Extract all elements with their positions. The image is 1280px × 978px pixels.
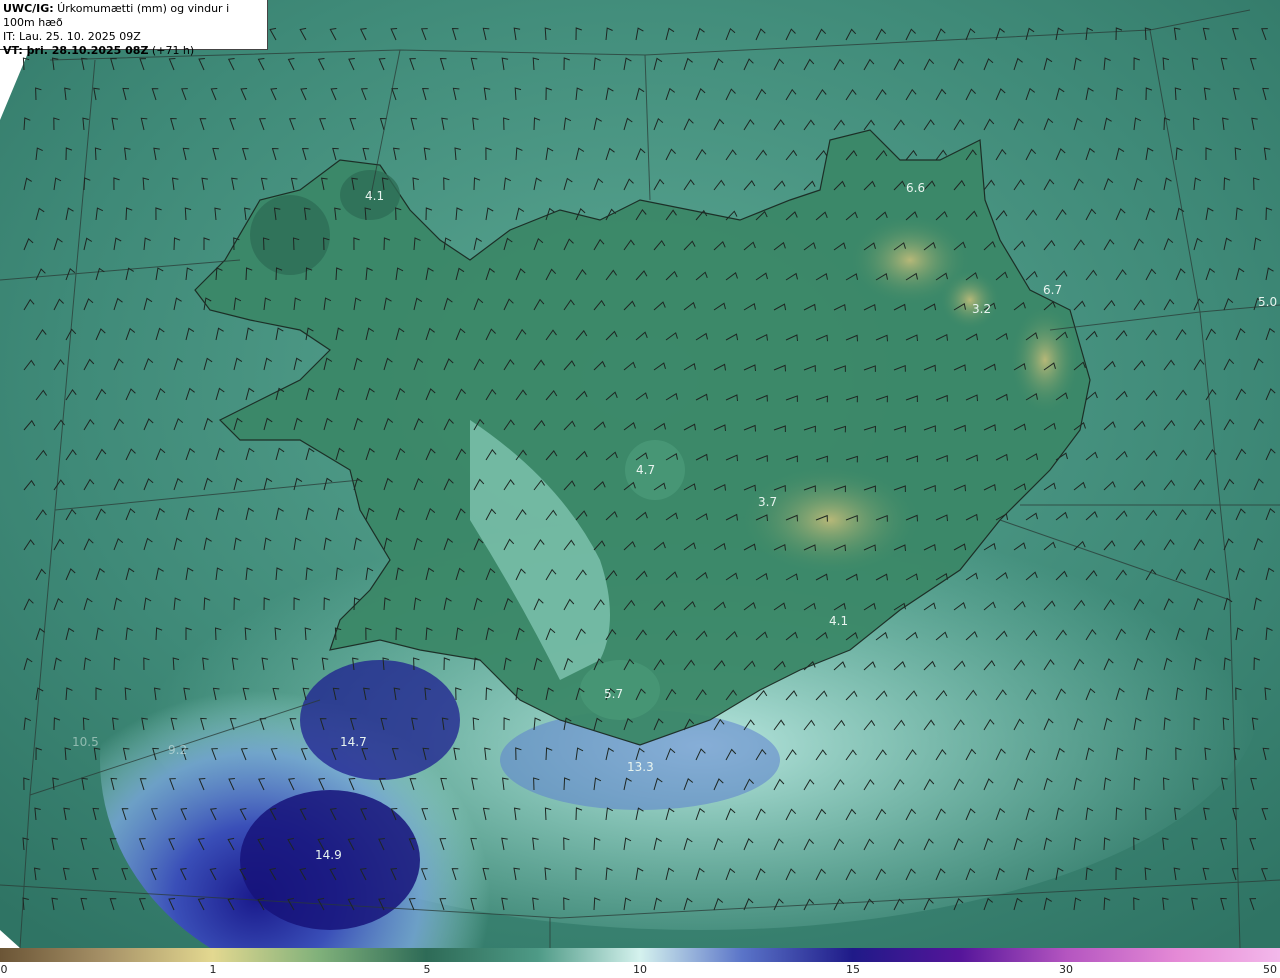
map-label: 5.7 [604, 687, 623, 701]
map-label: 14.9 [315, 848, 342, 862]
map-label: 13.3 [627, 760, 654, 774]
map-label: 3.2 [972, 302, 991, 316]
map-label: 9.2 [168, 743, 187, 757]
map-header: UWC/IG: Úrkomumætti (mm) og vindur i 100… [0, 0, 268, 57]
map-label: 6.7 [1043, 283, 1062, 297]
header-valid-time: VT: þri. 28.10.2025 08Z (+71 h) [3, 44, 195, 57]
colorbar-tick: 30 [1059, 963, 1073, 976]
colorbar: 0 1 5 10 15 30 50 [0, 948, 1280, 978]
map-label: 4.1 [829, 614, 848, 628]
map-label: 10.5 [72, 735, 99, 749]
map-label: 14.7 [340, 735, 367, 749]
map-label: 3.7 [758, 495, 777, 509]
header-init-time: IT: Lau. 25. 10. 2025 09Z [3, 30, 141, 43]
map-label: 6.6 [906, 181, 925, 195]
colorbar-tick: 50 [1263, 963, 1277, 976]
colorbar-gradient [0, 948, 1280, 962]
precip-map: 4.1 6.6 6.7 3.2 5.0 4.7 3.7 4.1 5.7 13.3… [0, 0, 1280, 948]
colorbar-tick: 0 [0, 963, 8, 976]
map-label: 5.0 [1258, 295, 1277, 309]
colorbar-tick: 1 [209, 963, 217, 976]
colorbar-tick: 15 [846, 963, 860, 976]
map-label: 4.1 [365, 189, 384, 203]
map-label: 4.7 [636, 463, 655, 477]
colorbar-tick: 10 [633, 963, 647, 976]
header-title: UWC/IG: Úrkomumætti (mm) og vindur i 100… [3, 2, 230, 29]
colorbar-tick: 5 [423, 963, 431, 976]
